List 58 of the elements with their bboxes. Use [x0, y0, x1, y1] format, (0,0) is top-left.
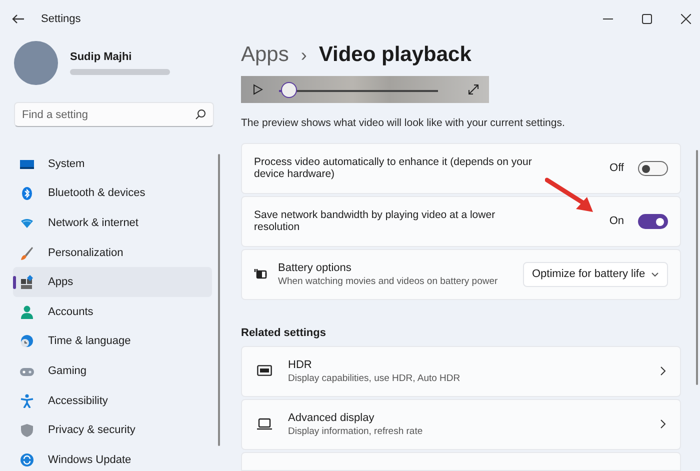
sidebar-item-icon	[20, 394, 34, 408]
breadcrumb-separator: ›	[300, 45, 307, 66]
setting-label: Process video automatically to enhance it (depends on your device hardware)	[254, 156, 533, 180]
sidebar-item[interactable]: Gaming	[13, 356, 212, 386]
sidebar-item[interactable]: Windows Update	[13, 444, 212, 471]
selection-indicator	[13, 276, 16, 290]
chevron-right-icon	[660, 419, 666, 430]
sidebar-item-icon	[20, 423, 34, 438]
description-text: The preview shows what video will look like with your current settings.	[241, 117, 566, 131]
search-field[interactable]: Find a setting	[14, 102, 214, 127]
section-heading: Related settings	[241, 326, 327, 339]
page-title: Video playback	[318, 43, 472, 67]
related-setting-card[interactable]: HDR Display capabilities, use HDR, Auto HDR	[241, 346, 681, 397]
chevron-right-icon	[660, 366, 666, 376]
toggle-switch[interactable]	[638, 214, 668, 229]
close-icon[interactable]	[681, 14, 691, 24]
sidebar-item[interactable]: System	[13, 149, 212, 179]
setting-title: HDR	[288, 358, 313, 371]
sidebar-item-icon	[20, 246, 34, 260]
battery-icon	[254, 268, 268, 280]
avatar	[14, 41, 58, 85]
toggle-state-label: On	[609, 215, 624, 228]
expand-icon[interactable]	[468, 84, 479, 96]
sidebar-item[interactable]: Personalization	[13, 238, 212, 268]
sidebar-item-icon	[20, 304, 34, 319]
seek-thumb[interactable]	[280, 82, 297, 98]
setting-label: Save network bandwidth by playing video at a lower resolution	[254, 209, 496, 234]
sidebar-item-icon	[20, 334, 34, 348]
search-icon	[195, 109, 206, 120]
sidebar-item-icon	[20, 275, 34, 290]
dropdown[interactable]: Optimize for battery life	[523, 262, 668, 287]
toggle-state-label: Off	[610, 162, 624, 174]
setting-subtitle: Display capabilities, use HDR, Auto HDR	[288, 372, 462, 384]
sidebar-item[interactable]: Network & internet	[13, 208, 212, 238]
laptop-icon	[257, 418, 272, 430]
setting-label: Battery options	[278, 262, 352, 274]
chevron-down-icon	[651, 272, 659, 277]
play-icon[interactable]	[253, 84, 263, 96]
sidebar-item-icon	[20, 186, 34, 200]
sidebar-item[interactable]: Apps	[13, 267, 212, 297]
toggle-switch[interactable]	[638, 160, 668, 176]
sidebar-item[interactable]: Privacy & security	[13, 415, 212, 445]
setting-title: Advanced display	[288, 412, 376, 424]
window-title: Settings	[41, 12, 81, 24]
setting-subtitle: When watching movies and videos on battery power	[278, 276, 499, 287]
sidebar-item[interactable]: Time & language	[13, 326, 212, 356]
sidebar-item-icon	[20, 452, 34, 467]
sidebar-item[interactable]: Accessibility	[13, 386, 212, 416]
sidebar-item[interactable]: Accounts	[13, 296, 212, 327]
arrow-annotation	[545, 177, 595, 213]
back-arrow-icon[interactable]	[12, 14, 25, 24]
setting-subtitle: Display information, refresh rate	[288, 426, 424, 437]
sidebar-item[interactable]: Bluetooth & devices	[13, 178, 212, 208]
maximize-icon[interactable]	[642, 14, 652, 24]
user-name: Sudip Majhi	[70, 51, 133, 63]
breadcrumb-parent[interactable]: Apps	[241, 43, 289, 67]
related-setting-card[interactable]: Advanced display Display information, refresh rate	[241, 398, 681, 450]
hdr-icon	[257, 365, 272, 378]
